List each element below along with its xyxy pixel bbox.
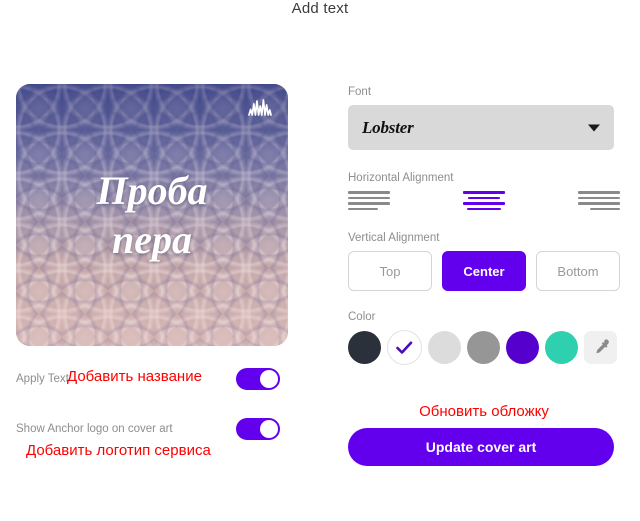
show-anchor-logo-toggle-knob (260, 420, 278, 438)
show-anchor-logo-toggle[interactable] (236, 418, 280, 440)
eyedropper-button[interactable] (584, 331, 617, 364)
color-label: Color (348, 311, 376, 323)
align-center-icon[interactable] (463, 191, 505, 210)
apply-text-label: Apply Text (16, 373, 69, 385)
font-label: Font (348, 86, 372, 98)
cover-preview-column: Проба пера Apply Text Show Anchor logo o… (16, 84, 316, 440)
color-swatch-gray[interactable] (467, 331, 500, 364)
valign-top-button[interactable]: Top (348, 251, 432, 291)
color-swatch-purple[interactable] (506, 331, 539, 364)
apply-text-toggle-knob (260, 370, 278, 388)
align-right-icon[interactable] (578, 191, 620, 210)
update-cover-art-button[interactable]: Update cover art (348, 428, 614, 466)
apply-text-toggle[interactable] (236, 368, 280, 390)
horizontal-alignment-label: Horizontal Alignment (348, 172, 454, 184)
page-title: Add text (291, 0, 349, 17)
font-select-value: Lobster (362, 117, 414, 137)
show-anchor-logo-row: Show Anchor logo on cover art (16, 418, 288, 440)
cover-art-preview[interactable]: Проба пера (16, 84, 288, 346)
chevron-down-icon[interactable] (588, 124, 600, 131)
show-anchor-logo-label: Show Anchor logo on cover art (16, 423, 173, 435)
valign-bottom-button[interactable]: Bottom (536, 251, 620, 291)
align-left-icon[interactable] (348, 191, 390, 210)
color-swatch-white[interactable] (387, 330, 422, 365)
vertical-alignment-group: Top Center Bottom (348, 251, 620, 291)
color-swatch-group (348, 330, 620, 365)
color-swatch-teal[interactable] (545, 331, 578, 364)
eyedropper-icon (595, 338, 609, 353)
valign-center-button[interactable]: Center (442, 251, 526, 291)
cover-text-line-1: Проба (96, 167, 208, 213)
check-icon (396, 341, 413, 354)
cover-text-line-2: пера (112, 217, 192, 262)
horizontal-alignment-group (348, 191, 620, 210)
annotation-anchor-logo: Добавить логотип сервиса (26, 442, 211, 459)
annotation-update-cover: Обновить обложку (419, 403, 549, 420)
text-settings-panel: Font Lobster Horizontal Alignment Vertic… (348, 86, 626, 466)
font-select[interactable]: Lobster (348, 105, 614, 150)
color-swatch-light-gray[interactable] (428, 331, 461, 364)
cover-art-text: Проба пера (16, 84, 288, 346)
vertical-alignment-label: Vertical Alignment (348, 232, 440, 244)
annotation-apply-text: Добавить название (67, 368, 202, 385)
color-swatch-dark[interactable] (348, 331, 381, 364)
